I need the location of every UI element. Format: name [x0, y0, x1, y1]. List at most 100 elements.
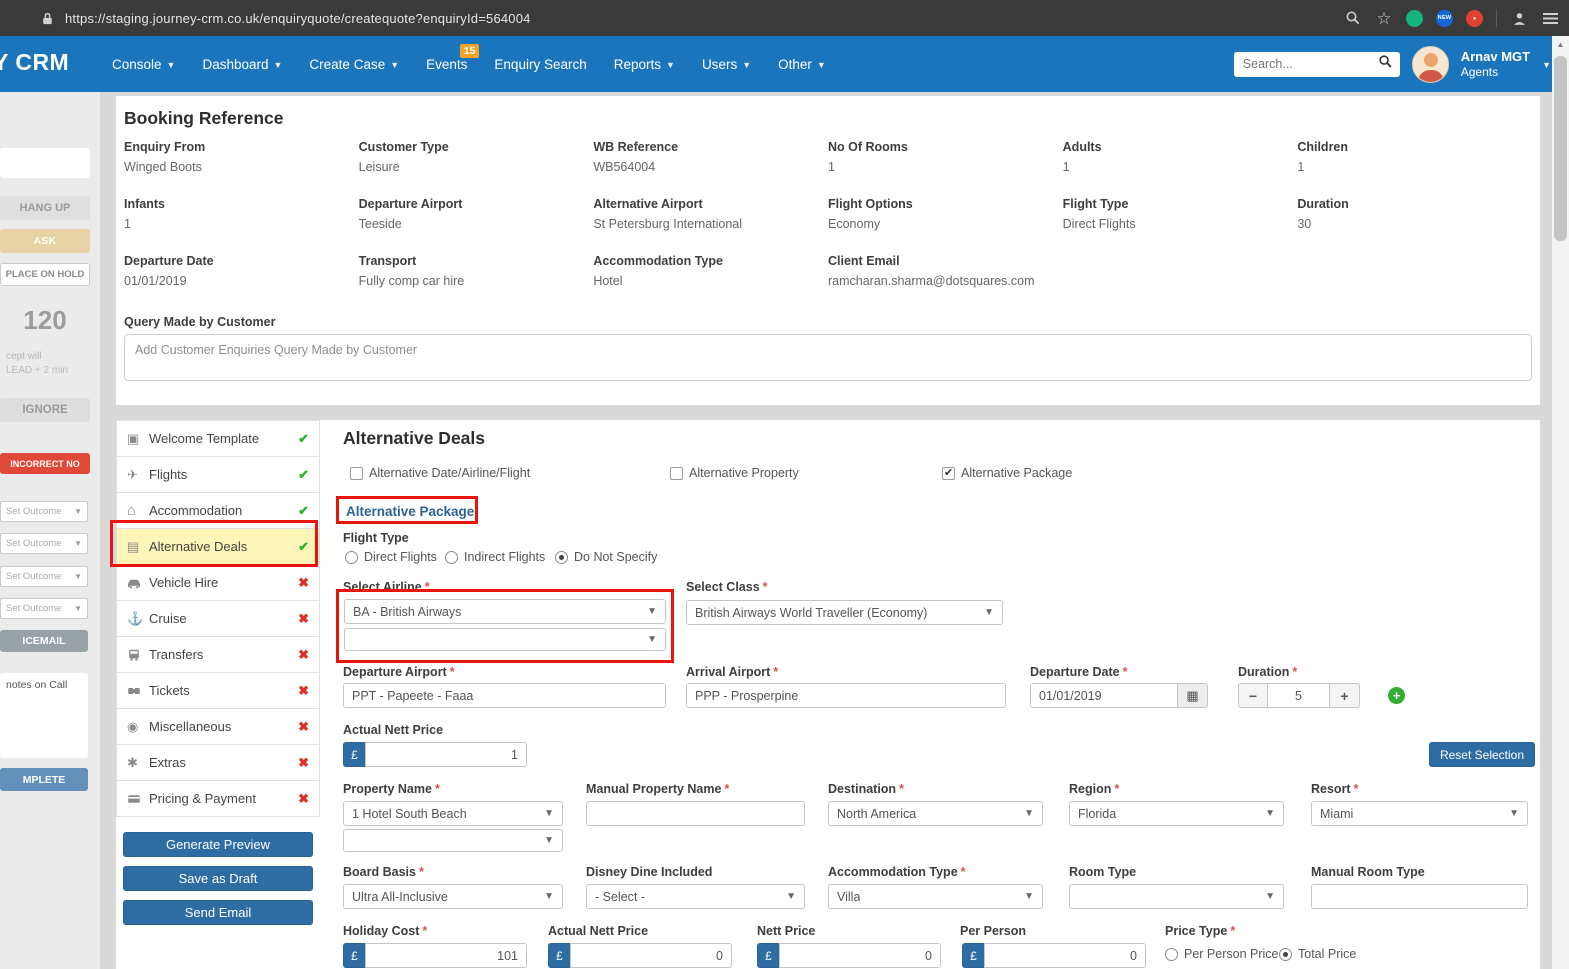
reset-selection-button[interactable]: Reset Selection [1429, 742, 1535, 767]
property-name-select-secondary[interactable]: ▼ [343, 829, 563, 852]
minus-button[interactable]: − [1238, 683, 1268, 708]
nav-item-reports[interactable]: Reports▼ [614, 57, 675, 72]
bookmark-star-icon[interactable]: ☆ [1375, 9, 1393, 27]
profile-icon[interactable] [1510, 9, 1528, 27]
departure-date-input[interactable]: 01/01/2019 [1030, 683, 1178, 708]
checkbox-icon[interactable] [670, 467, 683, 480]
incorrect-no-button[interactable]: INCORRECT NO [0, 453, 90, 474]
red-extension-icon[interactable]: • [1466, 10, 1483, 27]
arrival-airport-input[interactable]: PPP - Prosperpine [686, 683, 1006, 708]
direct-flights-radio[interactable]: Direct Flights [345, 550, 437, 564]
nav-item-console[interactable]: Console▼ [112, 57, 175, 72]
alt-property-checkbox[interactable]: Alternative Property [670, 466, 799, 480]
url-text[interactable]: https://staging.journey-crm.co.uk/enquir… [65, 11, 531, 26]
checkbox-checked-icon[interactable] [942, 467, 955, 480]
section-item-vehicle-hire[interactable]: Vehicle Hire✖ [117, 565, 319, 601]
nett-price-input[interactable]: 0 [779, 943, 941, 968]
generate-preview-button[interactable]: Generate Preview [123, 832, 313, 857]
save-as-draft-button[interactable]: Save as Draft [123, 866, 313, 891]
radio-icon[interactable] [1165, 948, 1178, 961]
indirect-flights-radio[interactable]: Indirect Flights [445, 550, 545, 564]
resort-select[interactable]: Miami▼ [1311, 801, 1528, 826]
section-item-alternative-deals[interactable]: ▤Alternative Deals✔ [117, 529, 319, 565]
scrollbar-thumb[interactable] [1554, 56, 1567, 241]
total-price-radio[interactable]: Total Price [1279, 947, 1356, 961]
alt-package-checkbox[interactable]: Alternative Package [942, 466, 1072, 480]
actual-nett-price-input[interactable]: 1 [365, 742, 527, 767]
search-icon[interactable] [1378, 54, 1393, 74]
call-notes-box[interactable]: notes on Call [0, 673, 88, 758]
nav-item-other[interactable]: Other▼ [778, 57, 826, 72]
ignore-button[interactable]: IGNORE [0, 398, 90, 422]
region-select[interactable]: Florida▼ [1069, 801, 1284, 826]
brand-logo[interactable]: Y CRM [0, 49, 69, 76]
search-input[interactable] [1243, 57, 1378, 71]
page-scrollbar[interactable]: ▲ [1552, 36, 1569, 969]
place-on-hold-button[interactable]: PLACE ON HOLD [0, 263, 90, 286]
grammarly-extension-icon[interactable] [1406, 10, 1423, 27]
radio-icon[interactable] [345, 551, 358, 564]
plus-button[interactable]: + [1330, 683, 1360, 708]
manual-property-name-input[interactable] [586, 801, 805, 826]
set-outcome-select[interactable]: Set Outcome▼ [0, 598, 88, 619]
radio-selected-icon[interactable] [1279, 948, 1292, 961]
query-textarea[interactable] [124, 334, 1532, 381]
scroll-up-icon[interactable]: ▲ [1552, 36, 1569, 52]
holiday-cost-input[interactable]: 101 [365, 943, 527, 968]
nav-item-dashboard[interactable]: Dashboard▼ [202, 57, 282, 72]
field-label: Children [1297, 140, 1532, 154]
section-item-tickets[interactable]: Tickets✖ [117, 673, 319, 709]
section-item-extras[interactable]: ✱Extras✖ [117, 745, 319, 781]
property-name-select[interactable]: 1 Hotel South Beach▼ [343, 801, 563, 826]
voicemail-button[interactable]: ICEMAIL [0, 630, 88, 652]
alt-date-airline-flight-checkbox[interactable]: Alternative Date/Airline/Flight [350, 466, 530, 480]
duration-value[interactable]: 5 [1268, 683, 1330, 708]
section-item-welcome-template[interactable]: ▣Welcome Template✔ [117, 421, 319, 457]
radio-icon[interactable] [445, 551, 458, 564]
calendar-icon[interactable]: ▦ [1178, 683, 1208, 708]
nav-item-events[interactable]: Events15 [426, 57, 467, 72]
section-item-cruise[interactable]: ⚓Cruise✖ [117, 601, 319, 637]
radio-selected-icon[interactable] [555, 551, 568, 564]
global-search[interactable] [1234, 52, 1400, 77]
airline-select[interactable]: BA - British Airways▼ [344, 599, 666, 624]
task-button[interactable]: ASK [0, 229, 90, 253]
user-menu-chevron-icon[interactable]: ▼ [1542, 60, 1551, 70]
section-item-transfers[interactable]: Transfers✖ [117, 637, 319, 673]
section-item-flights[interactable]: ✈Flights✔ [117, 457, 319, 493]
actual-nett-price2-input[interactable]: 0 [570, 943, 732, 968]
per-person-price-radio[interactable]: Per Person Price [1165, 947, 1278, 961]
section-item-pricing-payment[interactable]: Pricing & Payment✖ [117, 781, 319, 817]
checkbox-label: Alternative Package [961, 466, 1072, 480]
accommodation-type-select[interactable]: Villa▼ [828, 884, 1043, 909]
section-item-miscellaneous[interactable]: ◉Miscellaneous✖ [117, 709, 319, 745]
nav-item-users[interactable]: Users▼ [702, 57, 751, 72]
send-email-button[interactable]: Send Email [123, 900, 313, 925]
manual-room-type-input[interactable] [1311, 884, 1528, 909]
user-avatar[interactable] [1412, 46, 1449, 83]
disney-dine-select[interactable]: - Select -▼ [586, 884, 805, 909]
complete-button[interactable]: MPLETE [0, 768, 88, 791]
checkbox-icon[interactable] [350, 467, 363, 480]
nav-item-create-case[interactable]: Create Case▼ [309, 57, 399, 72]
departure-airport-input[interactable]: PPT - Papeete - Faaa [343, 683, 666, 708]
user-menu[interactable]: Arnav MGT Agents [1461, 49, 1530, 79]
browser-menu-icon[interactable] [1541, 9, 1559, 27]
new-extension-badge[interactable]: NEW [1436, 10, 1453, 27]
nav-item-enquiry-search[interactable]: Enquiry Search [494, 57, 586, 72]
do-not-specify-radio[interactable]: Do Not Specify [555, 550, 657, 564]
set-outcome-select[interactable]: Set Outcome▼ [0, 566, 88, 587]
zoom-icon[interactable] [1344, 9, 1362, 27]
destination-select[interactable]: North America▼ [828, 801, 1043, 826]
class-select[interactable]: British Airways World Traveller (Economy… [686, 600, 1003, 625]
board-basis-select[interactable]: Ultra All-Inclusive▼ [343, 884, 563, 909]
set-outcome-select[interactable]: Set Outcome▼ [0, 501, 88, 522]
airline-select-secondary[interactable]: ▼ [344, 628, 666, 651]
field-label: Alternative Airport [593, 197, 828, 211]
add-row-icon[interactable]: + [1388, 687, 1405, 704]
per-person-input[interactable]: 0 [984, 943, 1146, 968]
hang-up-button[interactable]: HANG UP [0, 196, 90, 220]
set-outcome-select[interactable]: Set Outcome▼ [0, 533, 88, 554]
section-item-accommodation[interactable]: ⌂Accommodation✔ [117, 493, 319, 529]
room-type-select[interactable]: ▼ [1069, 884, 1284, 909]
